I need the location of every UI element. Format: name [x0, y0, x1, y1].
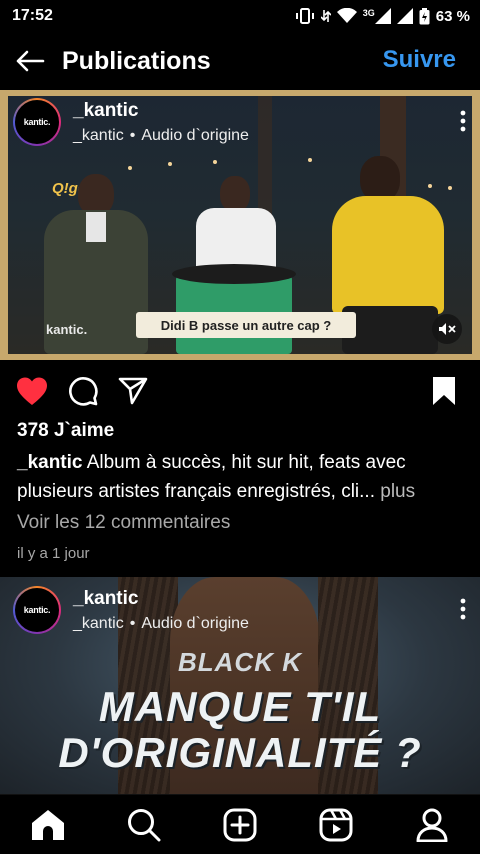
string-light — [448, 186, 452, 190]
string-light — [128, 166, 132, 170]
avatar-inner: kantic. — [15, 100, 59, 144]
post-username[interactable]: _kantic — [73, 588, 249, 610]
post-username[interactable]: _kantic — [73, 100, 249, 122]
battery-percent: 63 % — [435, 7, 470, 25]
reels-icon — [319, 808, 353, 841]
post-timestamp: il y a 1 jour — [17, 545, 90, 562]
string-light — [308, 158, 312, 162]
original-audio-link[interactable]: Audio d`origine — [141, 615, 249, 633]
post-meta: _kantic _kantic • Audio d`origine — [73, 588, 249, 633]
comment-button[interactable] — [68, 376, 98, 411]
nav-profile[interactable] — [402, 795, 462, 854]
share-button[interactable] — [118, 376, 148, 411]
table-top — [172, 264, 296, 284]
mute-button[interactable] — [432, 314, 462, 344]
nav-search[interactable] — [114, 795, 174, 854]
follow-button[interactable]: Suivre — [383, 46, 456, 74]
page-title: Publications — [62, 46, 211, 75]
more-vertical-icon — [460, 598, 466, 620]
data-arrows-icon — [320, 8, 331, 24]
back-arrow-icon — [16, 50, 45, 72]
nav-create[interactable] — [210, 795, 270, 854]
video-caption-text: Didi B passe un autre cap ? — [160, 317, 332, 333]
wifi-icon — [336, 8, 357, 24]
overlay-artist-name: BLACK K — [178, 647, 302, 677]
avatar[interactable]: kantic. — [13, 586, 61, 634]
post-caption: _kantic Album à succès, hit sur hit, fea… — [17, 448, 467, 506]
video-caption-overlay: Didi B passe un autre cap ? — [136, 312, 356, 338]
separator-dot: • — [129, 126, 136, 144]
profile-icon — [416, 808, 448, 842]
bottom-nav — [0, 794, 480, 854]
video-brand-watermark: kantic. — [46, 322, 88, 337]
signal-3g-icon: 3G — [363, 8, 391, 24]
nav-home[interactable] — [18, 795, 78, 854]
likes-count[interactable]: 378 J`aime — [17, 420, 114, 442]
post-header: kantic. _kantic _kantic • Audio d`origin… — [0, 92, 480, 152]
create-icon — [223, 808, 257, 841]
network-label: 3G — [362, 8, 375, 18]
more-vertical-icon — [460, 110, 466, 132]
save-button[interactable] — [432, 376, 456, 411]
string-light — [168, 162, 172, 166]
battery-icon — [419, 7, 430, 25]
comment-icon — [69, 377, 98, 406]
more-options-button[interactable] — [460, 598, 466, 625]
status-time: 17:52 — [12, 7, 53, 24]
vibrate-icon — [295, 8, 315, 24]
original-audio-link[interactable]: Audio d`origine — [141, 127, 249, 145]
caption-more-link[interactable]: plus — [375, 481, 415, 502]
bookmark-filled-icon — [433, 377, 455, 405]
post-actions — [0, 370, 480, 414]
status-icons: 3G 63 % — [295, 7, 470, 25]
caption-username[interactable]: _kantic — [17, 452, 82, 473]
muted-speaker-icon — [439, 323, 456, 335]
like-button[interactable] — [16, 376, 48, 411]
string-light — [213, 160, 217, 164]
signal-icon — [396, 8, 413, 24]
heart-filled-icon — [17, 377, 47, 405]
avatar-inner: kantic. — [15, 588, 59, 632]
view-comments-link[interactable]: Voir les 12 commentaires — [17, 512, 230, 534]
post-sub-username[interactable]: _kantic — [73, 127, 124, 145]
search-icon — [128, 808, 161, 841]
post-subline: _kantic • Audio d`origine — [73, 615, 249, 633]
separator-dot: • — [129, 614, 136, 632]
avatar[interactable]: kantic. — [13, 98, 61, 146]
post-header-2: kantic. _kantic _kantic • Audio d`origin… — [0, 580, 480, 640]
avatar-logo-text: kantic. — [23, 605, 51, 615]
post-meta: _kantic _kantic • Audio d`origine — [73, 100, 249, 145]
overlay-headline-line1: MANQUE T'IL — [98, 683, 382, 730]
avatar-logo-text: kantic. — [23, 117, 51, 127]
post-subline: _kantic • Audio d`origine — [73, 127, 249, 145]
post-sub-username[interactable]: _kantic — [73, 615, 124, 633]
back-button[interactable] — [0, 32, 60, 90]
nav-reels[interactable] — [306, 795, 366, 854]
home-icon — [32, 809, 64, 840]
overlay-headline-line2: D'ORIGINALITÉ ? — [58, 729, 422, 776]
send-icon — [118, 377, 148, 405]
more-options-button[interactable] — [460, 110, 466, 137]
status-bar: 17:52 3G 63 % — [0, 0, 480, 32]
app-header: Publications Suivre — [0, 32, 480, 90]
